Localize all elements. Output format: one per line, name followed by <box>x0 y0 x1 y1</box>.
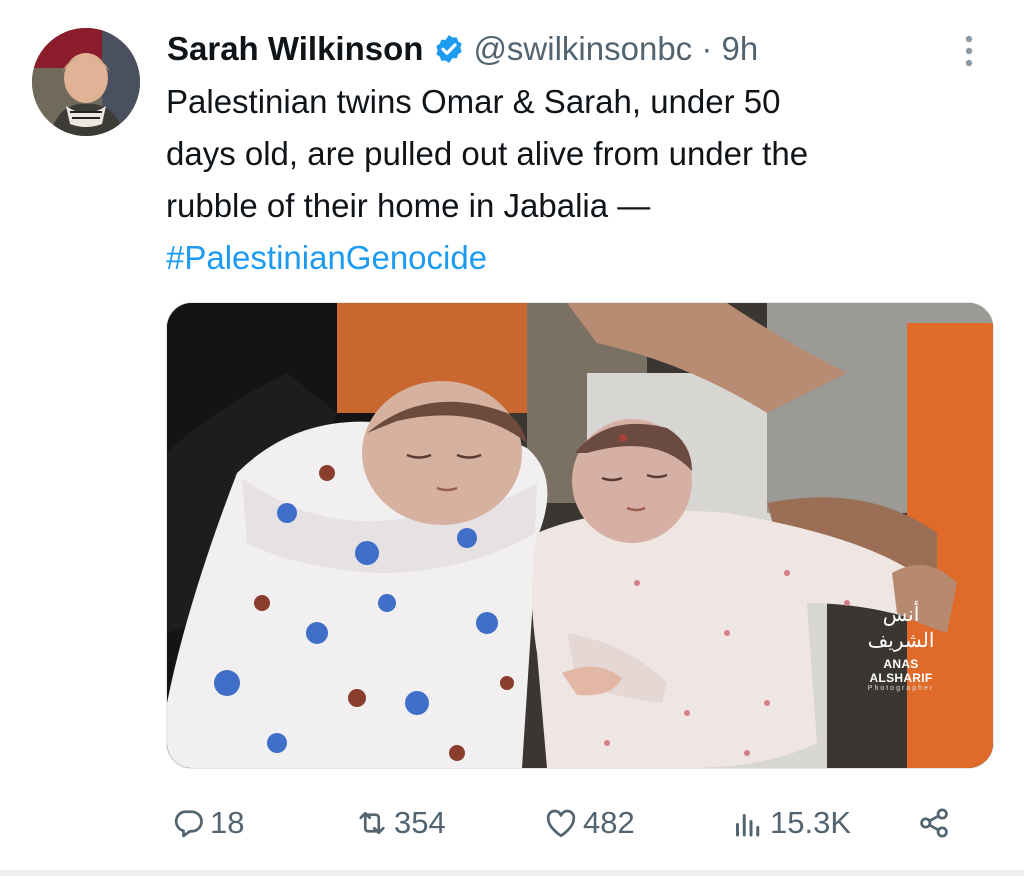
tweet-text: Palestinian twins Omar & Sarah, under 50… <box>166 76 996 284</box>
views-icon <box>736 814 760 837</box>
author-avatar[interactable] <box>32 28 140 136</box>
like-count: 482 <box>583 805 635 840</box>
tweet-actions-bar: 18 354 482 15.3K <box>0 800 1024 850</box>
tweet-photo[interactable]: أنس الشريف ANAS ALSHARIF Photographer <box>166 302 994 769</box>
repost-icon <box>359 811 385 835</box>
photo-image <box>167 303 993 768</box>
like-button[interactable]: 482 <box>543 800 635 846</box>
tweet-header: Sarah Wilkinson @swilkinsonbc · 9h <box>167 26 758 72</box>
repost-button[interactable]: 354 <box>354 800 446 846</box>
like-icon <box>546 809 576 838</box>
views-count: 15.3K <box>770 805 852 840</box>
watermark-subtitle: Photographer <box>867 685 935 692</box>
views-button[interactable]: 15.3K <box>730 800 851 846</box>
reply-icon <box>174 810 203 838</box>
tweet-body: Palestinian twins Omar & Sarah, under 50… <box>166 83 809 224</box>
author-name[interactable]: Sarah Wilkinson <box>167 30 423 68</box>
more-icon[interactable] <box>962 34 976 68</box>
avatar-image <box>32 28 140 136</box>
watermark-name: ANAS ALSHARIF <box>869 657 933 685</box>
hashtag-link[interactable]: #PalestinianGenocide <box>166 232 487 284</box>
share-icon <box>920 808 948 838</box>
reply-button[interactable]: 18 <box>170 800 244 846</box>
reply-count: 18 <box>210 805 245 840</box>
photographer-watermark: أنس الشريف ANAS ALSHARIF Photographer <box>851 601 951 692</box>
share-button[interactable] <box>916 800 952 846</box>
verified-badge-icon <box>436 35 463 63</box>
watermark-arabic: أنس الشريف <box>867 602 935 652</box>
repost-count: 354 <box>394 805 446 840</box>
tweet-divider <box>0 870 1024 876</box>
author-handle-and-time[interactable]: @swilkinsonbc · 9h <box>473 30 758 68</box>
